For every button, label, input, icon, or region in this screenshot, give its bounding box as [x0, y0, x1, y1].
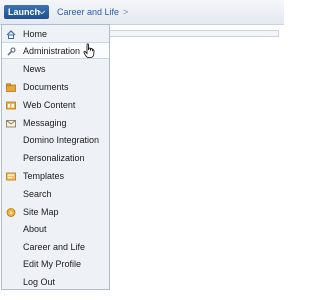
menu-item-label: Home: [23, 29, 48, 39]
breadcrumb-link-career-and-life[interactable]: Career and Life: [57, 7, 119, 17]
top-toolbar: Launch ⌵ Career and Life >: [0, 0, 284, 25]
launch-button[interactable]: Launch ⌵: [4, 5, 49, 19]
launch-label: Launch: [8, 7, 41, 17]
menu-item-label: Career and Life: [23, 242, 86, 252]
menu-item-edit-my-profile[interactable]: Edit My Profile: [2, 256, 109, 273]
hand-cursor-icon: [83, 43, 95, 58]
menu-item-templates[interactable]: Templates: [2, 168, 109, 185]
wrench-icon: [7, 47, 16, 56]
menu-item-label: Log Out: [23, 277, 56, 287]
menu-item-label: Site Map: [23, 207, 59, 217]
menu-item-home[interactable]: Home: [2, 26, 109, 43]
templates-icon: [6, 172, 16, 181]
home-icon: [6, 30, 16, 39]
launch-menu: Home Administration News Documents Web C…: [1, 24, 110, 290]
menu-item-label: Search: [23, 189, 52, 199]
menu-item-search[interactable]: Search: [2, 186, 109, 203]
menu-item-site-map[interactable]: Site Map: [2, 204, 109, 221]
menu-item-label: Messaging: [23, 118, 67, 128]
menu-item-personalization[interactable]: Personalization: [2, 150, 109, 167]
menu-item-label: Edit My Profile: [23, 259, 82, 269]
chevron-down-icon: ⌵: [38, 7, 45, 16]
menu-item-label: About: [23, 224, 47, 234]
menu-item-label: Templates: [23, 171, 65, 181]
menu-item-messaging[interactable]: Messaging: [2, 115, 109, 132]
compass-icon: [6, 208, 16, 217]
menu-item-about[interactable]: About: [2, 221, 109, 238]
menu-item-label: Web Content: [23, 100, 76, 110]
menu-item-label: Administration: [23, 46, 81, 56]
menu-item-web-content[interactable]: Web Content: [2, 97, 109, 114]
menu-item-career-and-life[interactable]: Career and Life: [2, 239, 109, 256]
menu-item-label: Domino Integration: [23, 135, 100, 145]
breadcrumb: Career and Life >: [57, 5, 128, 19]
documents-icon: [6, 83, 16, 92]
menu-item-news[interactable]: News: [2, 61, 109, 78]
page-content-frame: [110, 30, 279, 37]
menu-item-documents[interactable]: Documents: [2, 79, 109, 96]
envelope-icon: [6, 120, 16, 128]
menu-item-label: Personalization: [23, 153, 85, 163]
menu-item-domino-integration[interactable]: Domino Integration: [2, 132, 109, 149]
menu-item-label: News: [23, 64, 46, 74]
menu-item-log-out[interactable]: Log Out: [2, 274, 109, 291]
menu-item-label: Documents: [23, 82, 69, 92]
web-content-icon: [6, 101, 16, 110]
breadcrumb-separator: >: [123, 7, 129, 17]
